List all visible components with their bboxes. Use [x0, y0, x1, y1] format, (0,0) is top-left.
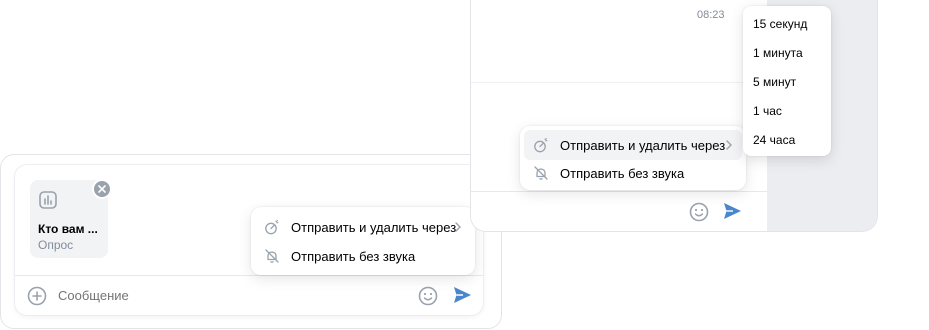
submenu-item-1h[interactable]: 1 час	[753, 104, 782, 118]
submenu-item-24h[interactable]: 24 часа	[753, 133, 795, 147]
menu-item-label: Отправить без звука	[291, 248, 416, 264]
poll-subtitle: Опрос	[38, 238, 74, 252]
divider	[471, 82, 767, 83]
send-button[interactable]	[451, 284, 473, 306]
close-icon	[98, 185, 106, 193]
timer-icon	[265, 220, 279, 235]
delete-timer-submenu: 15 секунд 1 минута 5 минут 1 час 24 часа	[743, 6, 831, 156]
submenu-item-5min[interactable]: 5 минут	[753, 75, 796, 89]
divider	[471, 191, 767, 192]
send-options-menu: Отправить и удалить через Отправить без …	[520, 126, 746, 190]
message-input[interactable]	[58, 288, 398, 303]
menu-item-label: Отправить без звука	[560, 165, 685, 181]
timer-icon	[534, 138, 548, 153]
send-button[interactable]	[721, 200, 743, 222]
submenu-item-15s[interactable]: 15 секунд	[753, 17, 807, 31]
submenu-item-1min[interactable]: 1 минута	[753, 46, 803, 60]
add-attachment-button[interactable]	[26, 285, 48, 307]
bell-off-icon	[265, 249, 279, 263]
menu-item-label: Отправить и удалить через	[560, 137, 726, 153]
divider	[15, 275, 483, 276]
menu-item-send-and-delete[interactable]: Отправить и удалить через	[255, 212, 471, 242]
chat-area: 08:23	[471, 0, 767, 231]
remove-attachment-button[interactable]	[92, 179, 112, 199]
bell-off-icon	[534, 166, 548, 180]
chevron-right-icon	[726, 140, 732, 150]
poll-title: Кто вам ...	[38, 222, 98, 236]
menu-item-send-silent[interactable]: Отправить без звука	[524, 158, 742, 188]
menu-item-send-silent[interactable]: Отправить без звука	[255, 241, 471, 271]
menu-item-send-and-delete[interactable]: Отправить и удалить через	[524, 130, 742, 160]
poll-chart-icon	[39, 191, 57, 209]
menu-item-label: Отправить и удалить через	[291, 219, 457, 235]
emoji-button[interactable]	[688, 201, 710, 223]
send-options-menu: Отправить и удалить через Отправить без …	[251, 207, 475, 275]
chevron-right-icon	[455, 222, 461, 232]
emoji-button[interactable]	[417, 285, 439, 307]
message-time: 08:23	[697, 9, 725, 21]
